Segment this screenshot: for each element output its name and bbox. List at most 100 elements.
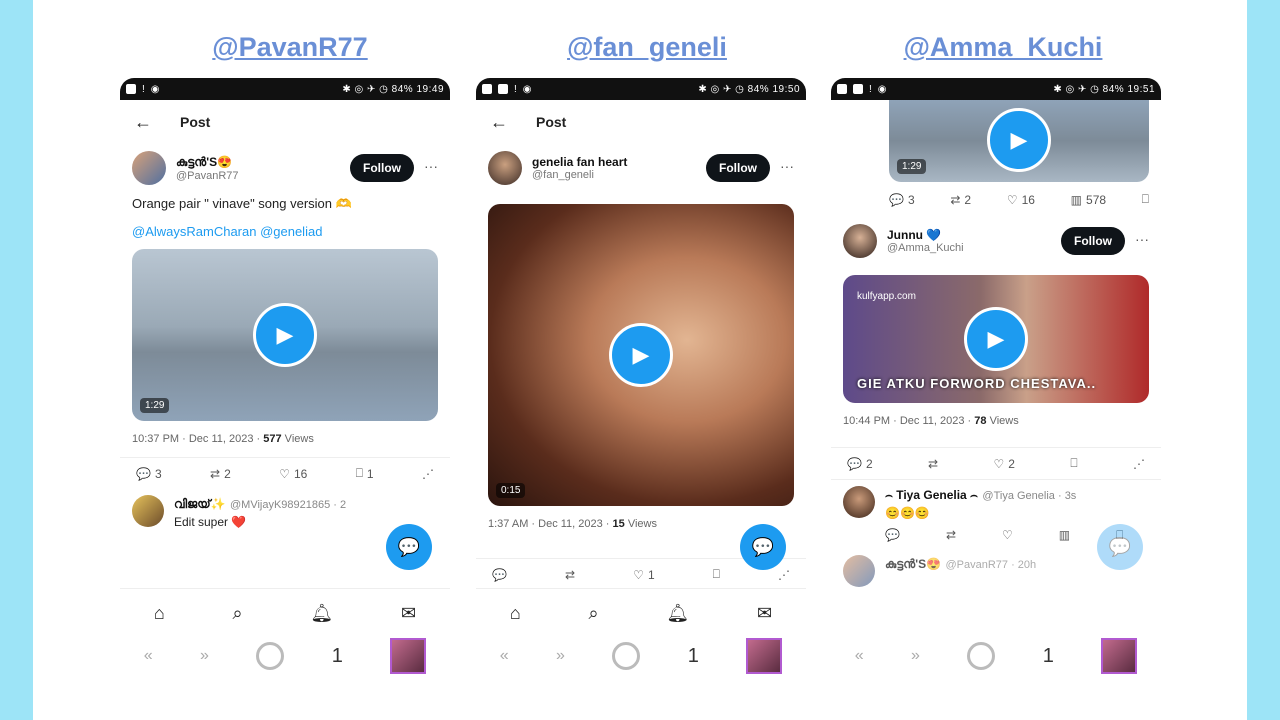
retweet-icon[interactable]: ⇄ bbox=[946, 528, 956, 543]
status-bar: ! ◉ ✱ ◎ ✈ ◷ 84% 19:50 bbox=[476, 78, 806, 100]
like-button[interactable]: ♡ 2 bbox=[994, 456, 1015, 471]
reply-name[interactable]: വിജയ്✨ bbox=[174, 497, 226, 511]
rewind-icon[interactable]: « bbox=[500, 647, 509, 665]
reply-icon[interactable]: 💬 bbox=[885, 528, 900, 543]
mail-icon[interactable]: ✉ bbox=[757, 603, 772, 624]
tweet-mentions[interactable]: @AlwaysRamCharan @geneliad bbox=[120, 216, 450, 249]
reply-button[interactable]: 💬 3 bbox=[889, 192, 915, 207]
follow-button[interactable]: Follow bbox=[706, 154, 770, 182]
rewind-icon[interactable]: « bbox=[855, 647, 864, 665]
follow-button[interactable]: Follow bbox=[1061, 227, 1125, 255]
like-button[interactable]: ♡ 16 bbox=[1007, 192, 1035, 207]
status-time: ✱ ◎ ✈ ◷ 84% 19:51 bbox=[1053, 83, 1155, 95]
home-icon[interactable]: ⌂ bbox=[510, 603, 521, 624]
video-player[interactable]: ▶ 1:29 bbox=[132, 249, 438, 421]
play-icon[interactable]: ▶ bbox=[253, 303, 317, 367]
username[interactable]: @PavanR77 bbox=[176, 170, 239, 182]
play-icon[interactable]: ▶ bbox=[609, 323, 673, 387]
share-icon[interactable]: ⋰ bbox=[778, 567, 790, 582]
search-icon[interactable]: ⌕ bbox=[589, 603, 599, 624]
more-options-icon[interactable]: ··· bbox=[780, 158, 794, 174]
reply-button[interactable]: 💬 2 bbox=[847, 456, 873, 471]
views-button[interactable]: ▥ 578 bbox=[1071, 192, 1106, 207]
retweet-button[interactable]: ⇄ 2 bbox=[950, 192, 971, 207]
tweet-author[interactable]: Junnu 💙 @Amma_Kuchi Follow ··· bbox=[831, 217, 1161, 265]
bookmark-icon[interactable]: ⎕ bbox=[1070, 456, 1077, 471]
retweet-icon[interactable]: ⇄ bbox=[928, 456, 938, 471]
heart-icon[interactable]: ♡ bbox=[1002, 528, 1013, 543]
reply-count: 3 bbox=[154, 466, 162, 481]
reply-text: 😊😊😊 bbox=[885, 506, 930, 520]
retweet-icon[interactable]: ⇄ bbox=[565, 567, 575, 582]
avatar[interactable] bbox=[843, 555, 875, 587]
forward-icon[interactable]: » bbox=[911, 647, 920, 665]
play-icon[interactable]: ▶ bbox=[964, 307, 1028, 371]
bookmark-icon[interactable]: ⎕ bbox=[713, 567, 720, 582]
phone-screen-1: ! ◉ ✱ ◎ ✈ ◷ 84% 19:49 ← Post കുട്ടൻ'S😍 @P… bbox=[120, 78, 450, 688]
share-icon[interactable]: ⋰ bbox=[422, 466, 434, 481]
more-options-icon[interactable]: ··· bbox=[1135, 231, 1149, 247]
username[interactable]: @Amma_Kuchi bbox=[887, 242, 964, 254]
back-arrow-icon[interactable]: ← bbox=[134, 112, 152, 133]
loading-ring-icon bbox=[256, 642, 285, 670]
home-icon[interactable]: ⌂ bbox=[154, 603, 165, 624]
like-button[interactable]: ♡ 1 bbox=[633, 567, 654, 582]
avatar[interactable] bbox=[132, 495, 164, 527]
video-player[interactable]: kulfyapp.com ▶ GIE ATKU FORWORD CHESTAVA… bbox=[843, 275, 1149, 403]
tweet-actions: 💬 2 ⇄ ♡ 2 ⎕ ⋰ bbox=[831, 447, 1161, 479]
forward-icon[interactable]: » bbox=[200, 647, 209, 665]
forward-icon[interactable]: » bbox=[556, 647, 565, 665]
thumbnail[interactable] bbox=[390, 638, 427, 674]
heart-icon: ♡ bbox=[279, 466, 290, 481]
views-count: 15 bbox=[612, 518, 625, 530]
video-player[interactable]: ▶ 0:15 bbox=[488, 204, 794, 506]
back-arrow-icon[interactable]: ← bbox=[490, 112, 508, 133]
like-button[interactable]: ♡ 16 bbox=[279, 466, 307, 481]
mail-icon[interactable]: ✉ bbox=[401, 603, 416, 624]
analytics-icon[interactable]: ▥ bbox=[1059, 528, 1070, 543]
compose-fab-icon[interactable]: 💬 bbox=[740, 524, 786, 570]
reply-icon: 💬 bbox=[847, 456, 862, 471]
loading-ring-icon bbox=[612, 642, 641, 670]
share-icon[interactable]: ⋰ bbox=[1133, 456, 1145, 471]
previous-video-player[interactable]: ▶ 1:29 bbox=[889, 100, 1149, 182]
tweet-author[interactable]: genelia fan heart @fan_geneli Follow ··· bbox=[476, 144, 806, 192]
avatar[interactable] bbox=[843, 224, 877, 258]
avatar[interactable] bbox=[843, 486, 875, 518]
search-icon[interactable]: ⌕ bbox=[233, 603, 243, 624]
loading-ring-icon bbox=[967, 642, 996, 670]
compose-fab-icon[interactable]: 💬 bbox=[386, 524, 432, 570]
display-name[interactable]: Junnu 💙 bbox=[887, 228, 964, 242]
thumbnail[interactable] bbox=[1101, 638, 1138, 674]
play-icon[interactable]: ▶ bbox=[987, 108, 1051, 172]
reply-name[interactable]: ⌢ Tiya Genelia ⌢ bbox=[885, 488, 978, 502]
reply-handle: @PavanR77 · 20h bbox=[945, 559, 1037, 571]
heart-icon: ♡ bbox=[1006, 192, 1018, 207]
bookmark-icon: ⎕ bbox=[355, 466, 363, 480]
display-name[interactable]: കുട്ടൻ'S😍 bbox=[176, 155, 239, 170]
reply-icon: 💬 bbox=[136, 466, 151, 481]
display-name[interactable]: genelia fan heart bbox=[532, 155, 627, 169]
tweet-author[interactable]: കുട്ടൻ'S😍 @PavanR77 Follow ··· bbox=[120, 144, 450, 192]
retweet-count: 2 bbox=[964, 192, 972, 207]
avatar[interactable] bbox=[132, 151, 166, 185]
bookmark-button[interactable]: ⎕ 1 bbox=[356, 466, 374, 481]
thumbnail[interactable] bbox=[746, 638, 783, 674]
rewind-icon[interactable]: « bbox=[144, 647, 153, 665]
handle-title-2: @fan_geneli bbox=[567, 32, 727, 62]
reply-icon[interactable]: 💬 bbox=[492, 567, 507, 582]
compose-fab-icon[interactable]: 💬 bbox=[1097, 524, 1143, 570]
retweet-button[interactable]: ⇄ 2 bbox=[210, 466, 231, 481]
reply-button[interactable]: 💬 3 bbox=[136, 466, 162, 481]
status-bar: ! ◉ ✱ ◎ ✈ ◷ 84% 19:51 bbox=[831, 78, 1161, 100]
bell-icon[interactable]: 🔔︎ bbox=[666, 603, 689, 624]
follow-button[interactable]: Follow bbox=[350, 154, 414, 182]
bell-icon[interactable]: 🔔︎ bbox=[310, 603, 333, 624]
video-caption: GIE ATKU FORWORD CHESTAVA.. bbox=[857, 376, 1097, 391]
avatar[interactable] bbox=[488, 151, 522, 185]
username[interactable]: @fan_geneli bbox=[532, 169, 627, 181]
more-options-icon[interactable]: ··· bbox=[424, 158, 438, 174]
bookmark-icon[interactable]: ⎕ bbox=[1142, 192, 1149, 207]
reply-name[interactable]: കുട്ടൻ'S😍 bbox=[885, 557, 941, 571]
tweet-meta: 10:37 PM · Dec 11, 2023 · 577 Views bbox=[120, 421, 450, 457]
